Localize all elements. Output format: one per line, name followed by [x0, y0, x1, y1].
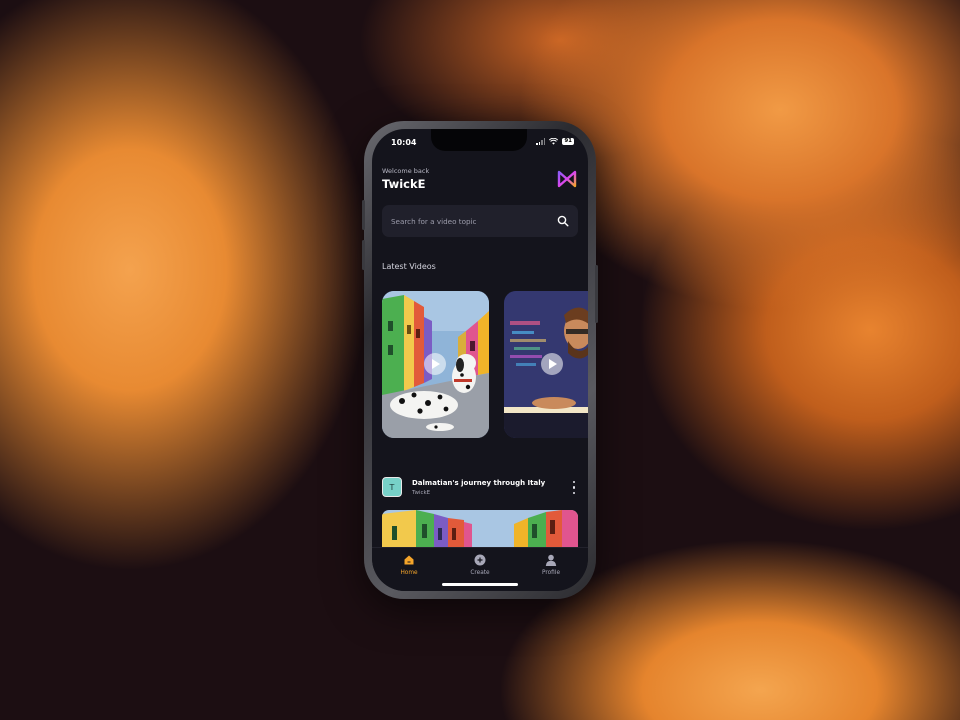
search-icon[interactable]	[557, 215, 569, 227]
featured-video-row[interactable]: T Dalmatian's journey through Italy Twic…	[382, 477, 578, 501]
phone-notch	[431, 129, 527, 151]
more-options-icon[interactable]	[572, 481, 576, 494]
user-icon	[545, 554, 557, 566]
tab-label-create: Create	[470, 570, 490, 576]
featured-thumbnail-image	[382, 510, 578, 550]
search-input[interactable]	[391, 216, 551, 226]
play-icon[interactable]	[541, 353, 563, 375]
tab-profile[interactable]: Profile	[526, 552, 576, 578]
username-heading: TwickE	[382, 177, 426, 191]
plus-circle-icon	[474, 554, 486, 566]
app-logo-icon[interactable]	[556, 169, 578, 189]
status-icons: 91	[535, 138, 574, 145]
home-icon	[404, 555, 414, 565]
channel-avatar[interactable]: T	[382, 477, 402, 497]
video-card-coder[interactable]	[504, 291, 588, 438]
video-channel-name: TwickE	[412, 490, 431, 496]
wifi-icon	[549, 138, 559, 145]
phone-volume-down-button	[362, 240, 365, 270]
search-bar[interactable]	[382, 205, 578, 237]
app-screen: 10:04 91 Welcome back TwickE Latest Vide…	[372, 129, 588, 591]
tab-home[interactable]: Home	[384, 552, 434, 578]
tab-label-home: Home	[400, 570, 418, 576]
video-title[interactable]: Dalmatian's journey through Italy	[412, 479, 545, 487]
cellular-signal-icon	[535, 138, 546, 145]
tab-create[interactable]: Create	[455, 552, 505, 578]
play-icon[interactable]	[424, 353, 446, 375]
featured-video-thumbnail[interactable]	[382, 510, 578, 550]
battery-indicator: 91	[562, 138, 574, 145]
phone-volume-up-button	[362, 200, 365, 230]
home-indicator[interactable]	[442, 583, 518, 586]
latest-videos-heading: Latest Videos	[382, 262, 436, 271]
tab-label-profile: Profile	[541, 570, 561, 576]
status-time: 10:04	[391, 138, 417, 147]
phone-power-button	[595, 265, 598, 323]
welcome-text: Welcome back	[382, 167, 430, 175]
video-card-dalmatian[interactable]	[382, 291, 489, 438]
